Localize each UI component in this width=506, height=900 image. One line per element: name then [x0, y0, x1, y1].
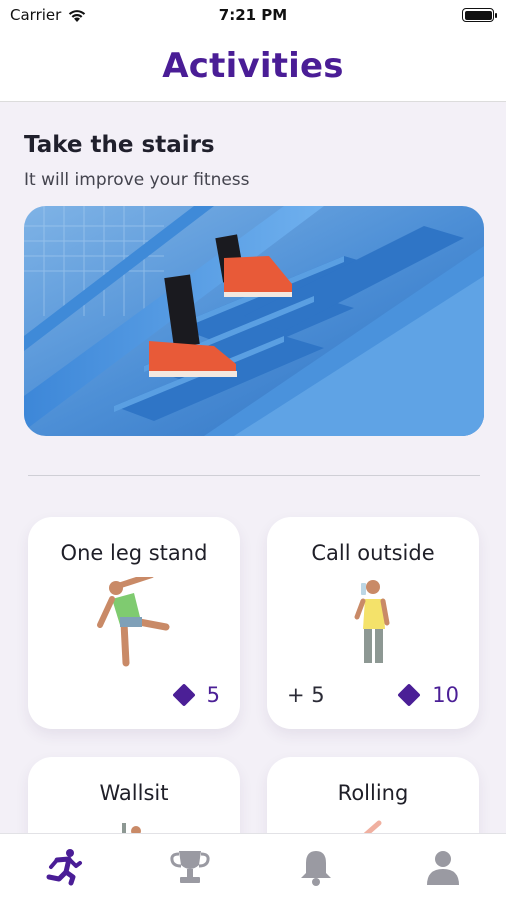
gem-icon	[397, 683, 421, 707]
points-value: 10	[432, 683, 459, 707]
gem-icon	[171, 683, 196, 707]
tab-activities[interactable]	[33, 843, 93, 891]
bell-icon	[301, 851, 332, 886]
activity-card-call-outside[interactable]: Call outside + 5 10	[267, 517, 479, 729]
stairs-illustration	[24, 206, 484, 436]
section-divider	[28, 475, 480, 476]
card-title: Wallsit	[99, 781, 169, 805]
activity-card-one-leg-stand[interactable]: One leg stand 5	[28, 517, 240, 729]
status-bar: Carrier 7:21 PM	[0, 0, 506, 30]
stairs-photo[interactable]	[24, 206, 484, 436]
wifi-icon	[69, 9, 86, 22]
card-title: Rolling	[337, 781, 409, 805]
card-reward-row: + 5 10	[287, 683, 459, 707]
tab-profile[interactable]	[413, 843, 473, 891]
runner-icon	[46, 849, 83, 886]
card-reward-row: 5	[48, 683, 220, 707]
points-value: 5	[206, 683, 220, 707]
page-title: Activities	[162, 45, 344, 86]
profile-icon	[426, 851, 459, 885]
featured-activity[interactable]: Take the stairs It will improve your fit…	[24, 132, 484, 190]
tab-bar	[0, 833, 506, 900]
card-title: One leg stand	[60, 541, 208, 565]
status-left: Carrier	[10, 6, 87, 24]
app-header: Activities	[0, 30, 506, 102]
tab-notifications[interactable]	[286, 843, 346, 891]
trophy-icon	[170, 851, 210, 883]
call-outside-figure	[354, 580, 390, 663]
bonus-value: + 5	[287, 683, 325, 707]
featured-title: Take the stairs	[24, 132, 215, 158]
featured-subtitle: It will improve your fitness	[24, 170, 250, 190]
carrier-label: Carrier	[10, 6, 62, 24]
tab-achievements[interactable]	[160, 843, 220, 891]
one-leg-stand-figure	[97, 577, 170, 667]
battery-icon	[462, 8, 497, 22]
card-title: Call outside	[311, 541, 435, 565]
